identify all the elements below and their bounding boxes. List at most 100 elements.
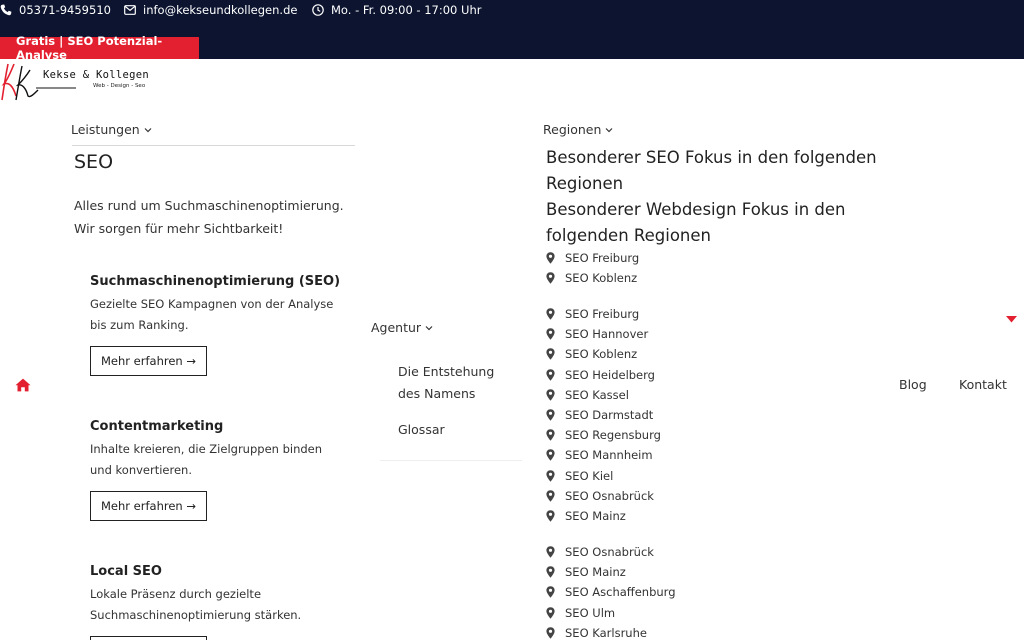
nav-leistungen-label: Leistungen bbox=[71, 122, 140, 137]
map-pin-icon bbox=[546, 409, 555, 421]
agentur-item-glossar[interactable]: Glossar bbox=[398, 419, 518, 441]
map-pin-icon bbox=[546, 252, 555, 264]
service-contentmarketing: Contentmarketing Inhalte kreieren, die Z… bbox=[90, 419, 350, 481]
dropdown-bottom-edge bbox=[380, 460, 522, 461]
region-item[interactable]: SEO Hannover bbox=[546, 326, 648, 342]
promo-button[interactable]: Gratis | SEO Potenzial-Analyse bbox=[0, 34, 199, 62]
map-pin-icon bbox=[546, 429, 555, 441]
hours-text: Mo. - Fr. 09:00 - 17:00 Uhr bbox=[331, 3, 482, 17]
brand-tagline: Web - Design - Seo bbox=[93, 83, 146, 89]
map-pin-icon bbox=[546, 510, 555, 522]
logo-underline bbox=[36, 87, 76, 89]
chevron-down-icon bbox=[425, 325, 433, 330]
region-label: SEO Kiel bbox=[565, 468, 614, 483]
mehr-erfahren-seo-button[interactable]: Mehr erfahren → bbox=[90, 346, 207, 376]
seo-title: SEO bbox=[74, 151, 114, 173]
nav-blog[interactable]: Blog bbox=[899, 377, 927, 392]
logo-kk-mark bbox=[1, 63, 39, 101]
nav-regionen-label: Regionen bbox=[543, 122, 602, 137]
region-label: SEO Freiburg bbox=[565, 307, 640, 321]
service-text: Gezielte SEO Kampagnen von der Analyse b… bbox=[90, 297, 334, 332]
region-item[interactable]: SEO Karlsruhe bbox=[546, 625, 647, 640]
top-bar: 05371-9459510 info@kekseundkollegen.de M… bbox=[0, 0, 1024, 62]
region-item[interactable]: SEO Koblenz bbox=[546, 270, 637, 286]
map-pin-icon bbox=[546, 606, 555, 619]
map-pin-icon bbox=[546, 627, 555, 639]
region-label: SEO Mainz bbox=[565, 565, 626, 580]
region-label: SEO Mainz bbox=[565, 509, 626, 523]
region-item[interactable]: SEO Freiburg bbox=[546, 250, 639, 266]
region-label: SEO Hannover bbox=[565, 327, 649, 342]
region-label: SEO Ulm bbox=[565, 605, 616, 620]
region-item[interactable]: SEO Mannheim bbox=[546, 447, 653, 463]
region-item[interactable]: SEO Heidelberg bbox=[546, 367, 655, 383]
map-pin-icon bbox=[546, 586, 555, 599]
email-address: info@kekseundkollegen.de bbox=[143, 3, 298, 17]
menu-divider bbox=[72, 145, 355, 146]
region-label: SEO Darmstadt bbox=[565, 408, 654, 422]
nav-agentur-label: Agentur bbox=[371, 320, 422, 335]
region-label: SEO Koblenz bbox=[565, 271, 638, 286]
map-pin-icon bbox=[546, 546, 555, 558]
agentur-item-entstehung[interactable]: Die Entstehung des Namens bbox=[398, 361, 518, 405]
envelope-icon bbox=[124, 5, 136, 15]
service-seo: Suchmaschinenoptimierung (SEO) Gezielte … bbox=[90, 274, 350, 336]
map-pin-icon bbox=[546, 272, 555, 284]
region-item[interactable]: SEO Kassel bbox=[546, 387, 629, 403]
region-item[interactable]: SEO Aschaffenburg bbox=[546, 584, 676, 600]
region-item[interactable]: SEO Mainz bbox=[546, 564, 626, 580]
region-item[interactable]: SEO Mainz bbox=[546, 508, 626, 524]
home-icon[interactable] bbox=[15, 378, 31, 392]
region-label: SEO Heidelberg bbox=[565, 367, 655, 382]
logo[interactable]: Kekse & Kollegen Web - Design - Seo bbox=[0, 60, 160, 102]
service-text: Lokale Präsenz durch gezielte Suchmaschi… bbox=[90, 587, 302, 622]
region-label: SEO Osnabrück bbox=[565, 545, 654, 559]
service-title: Local SEO bbox=[90, 564, 162, 579]
region-heading-webdesign: Besonderer Webdesign Fokus in den folgen… bbox=[546, 200, 846, 245]
region-item[interactable]: SEO Koblenz bbox=[546, 346, 637, 362]
region-item[interactable]: SEO Regensburg bbox=[546, 427, 661, 443]
mehr-erfahren-local-seo-button[interactable] bbox=[90, 636, 207, 640]
phone-contact[interactable]: 05371-9459510 bbox=[0, 3, 111, 17]
region-item[interactable]: SEO Freiburg bbox=[546, 306, 639, 322]
region-item[interactable]: SEO Kiel bbox=[546, 468, 613, 484]
email-contact[interactable]: info@kekseundkollegen.de bbox=[124, 3, 297, 17]
service-local-seo: Local SEO Lokale Präsenz durch gezielte … bbox=[90, 564, 350, 626]
region-label: SEO Freiburg bbox=[565, 251, 640, 265]
service-text: Inhalte kreieren, die Zielgruppen binden… bbox=[90, 442, 323, 477]
region-label: SEO Osnabrück bbox=[565, 488, 654, 503]
map-pin-icon bbox=[546, 490, 555, 502]
service-title: Suchmaschinenoptimierung (SEO) bbox=[90, 274, 341, 289]
nav-regionen[interactable]: Regionen bbox=[543, 122, 613, 137]
seo-description: Alles rund um Suchmaschinenoptimierung. … bbox=[74, 198, 344, 236]
map-pin-icon bbox=[546, 368, 555, 381]
service-title: Contentmarketing bbox=[90, 419, 224, 434]
region-label: SEO Koblenz bbox=[565, 347, 638, 362]
region-label: SEO Regensburg bbox=[565, 428, 661, 443]
nav-agentur[interactable]: Agentur bbox=[371, 320, 433, 335]
opening-hours: Mo. - Fr. 09:00 - 17:00 Uhr bbox=[312, 3, 481, 17]
map-pin-icon bbox=[546, 389, 555, 401]
chevron-down-icon bbox=[144, 127, 152, 132]
region-item[interactable]: SEO Osnabrück bbox=[546, 544, 654, 560]
map-pin-icon bbox=[546, 566, 555, 578]
region-heading-seo: Besonderer SEO Fokus in den folgenden Re… bbox=[546, 148, 877, 193]
nav-kontakt[interactable]: Kontakt bbox=[959, 377, 1007, 392]
region-label: SEO Mannheim bbox=[565, 448, 653, 463]
region-item[interactable]: SEO Darmstadt bbox=[546, 407, 653, 423]
map-pin-icon bbox=[546, 449, 555, 462]
mehr-erfahren-contentmarketing-button[interactable]: Mehr erfahren → bbox=[90, 491, 207, 521]
map-pin-icon bbox=[546, 469, 555, 482]
nav-leistungen[interactable]: Leistungen bbox=[71, 122, 152, 137]
brand-name: Kekse & Kollegen bbox=[43, 69, 149, 81]
region-label: SEO Kassel bbox=[565, 387, 629, 402]
promo-label: Gratis | SEO Potenzial-Analyse bbox=[16, 34, 163, 62]
region-item[interactable]: SEO Osnabrück bbox=[546, 488, 654, 504]
caret-down-icon[interactable] bbox=[1006, 316, 1017, 323]
phone-icon bbox=[0, 4, 12, 16]
map-pin-icon bbox=[546, 328, 555, 340]
region-label: SEO Karlsruhe bbox=[565, 625, 647, 640]
phone-number: 05371-9459510 bbox=[19, 3, 111, 17]
region-item[interactable]: SEO Ulm bbox=[546, 605, 615, 621]
region-label: SEO Aschaffenburg bbox=[565, 585, 676, 600]
